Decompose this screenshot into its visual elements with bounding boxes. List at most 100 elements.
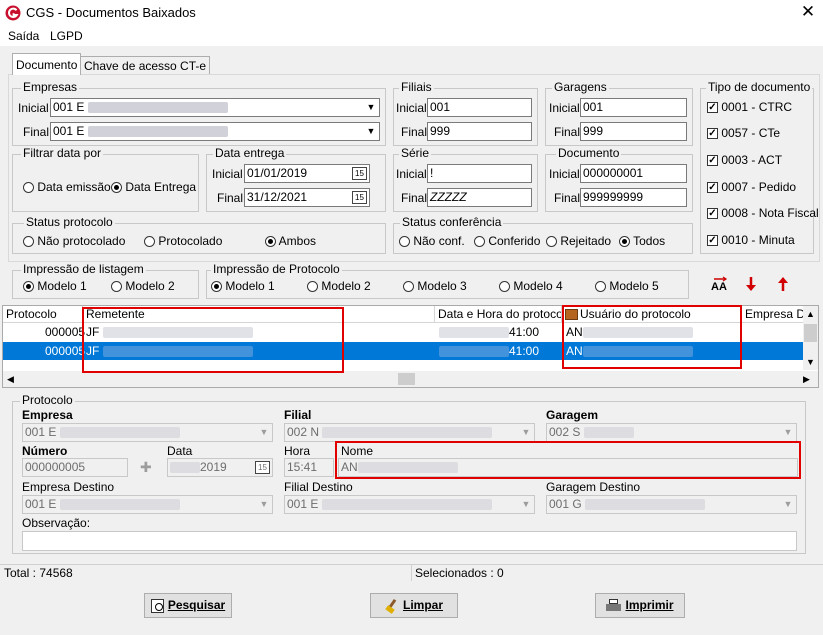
radio-icon[interactable]: [23, 281, 34, 293]
sort-az-icon[interactable]: AA: [710, 276, 730, 292]
calendar-icon[interactable]: 15: [352, 191, 367, 204]
radio-nao-protocolado[interactable]: Não protocolado: [23, 234, 125, 248]
limpar-button[interactable]: Limpar: [370, 593, 458, 618]
pesquisar-button[interactable]: Pesquisar: [144, 593, 232, 618]
checkbox-act[interactable]: ✓ 0003 - ACT: [707, 153, 782, 167]
radio-icon[interactable]: [474, 236, 485, 248]
serie-inicial-input[interactable]: !: [427, 164, 532, 183]
checkbox-cte[interactable]: ✓ 0057 - CTe: [707, 126, 780, 140]
radio-conferido[interactable]: Conferido: [474, 234, 540, 248]
radio-icon[interactable]: [265, 236, 276, 248]
horizontal-scrollbar[interactable]: ◀ ▶: [3, 371, 818, 387]
checkbox-icon[interactable]: ✓: [707, 155, 718, 167]
filial-inicial-input[interactable]: 001: [427, 98, 532, 117]
cell-data-hora: 41:00: [439, 342, 539, 360]
garagem-final-input[interactable]: 999: [580, 122, 687, 141]
filial-final-label: Final: [401, 125, 428, 139]
scroll-right-icon[interactable]: ▶: [803, 371, 810, 387]
checkbox-icon[interactable]: ✓: [707, 128, 718, 140]
radio-icon[interactable]: [619, 236, 630, 248]
menu-saida[interactable]: Saída: [8, 29, 39, 43]
menu-lgpd[interactable]: LGPD: [50, 29, 83, 43]
observacao-input[interactable]: [22, 531, 797, 551]
empresa-inicial-combo[interactable]: 001 E ▼: [50, 98, 380, 117]
menu-bar: [0, 26, 823, 46]
checkbox-icon[interactable]: ✓: [707, 208, 718, 220]
radio-protocolo-modelo4[interactable]: Modelo 4: [499, 279, 563, 293]
radio-icon[interactable]: [23, 236, 34, 248]
radio-icon[interactable]: [144, 236, 155, 248]
status-divider: [411, 564, 412, 581]
data-final-input[interactable]: 31/12/2021 15: [244, 188, 370, 207]
col-empresa-destino[interactable]: Empresa De: [742, 306, 804, 322]
search-document-icon: [150, 598, 164, 613]
radio-protocolo-modelo2[interactable]: Modelo 2: [307, 279, 371, 293]
data-label: Data: [167, 444, 193, 458]
scroll-up-icon[interactable]: ▲: [803, 306, 818, 322]
filial-final-input[interactable]: 999: [427, 122, 532, 141]
radio-protocolo-modelo5[interactable]: Modelo 5: [595, 279, 659, 293]
vertical-scrollbar[interactable]: ▲ ▼: [803, 306, 818, 370]
arrow-down-icon[interactable]: [745, 276, 757, 292]
radio-protocolo-modelo3[interactable]: Modelo 3: [403, 279, 467, 293]
scroll-left-icon[interactable]: ◀: [7, 371, 14, 387]
observacao-label: Observação:: [22, 516, 91, 530]
radio-rejeitado[interactable]: Rejeitado: [546, 234, 611, 248]
scroll-thumb[interactable]: [804, 324, 817, 342]
radio-icon[interactable]: [23, 182, 34, 194]
plus-icon: ✚: [140, 459, 152, 475]
documento-inicial-input[interactable]: 000000001: [580, 164, 687, 183]
scroll-down-icon[interactable]: ▼: [803, 354, 818, 370]
app-logo-icon: [5, 5, 21, 21]
data-inicial-label: Inicial: [212, 167, 243, 181]
arrow-up-icon[interactable]: [777, 276, 789, 292]
radio-protocolado[interactable]: Protocolado: [144, 234, 222, 248]
scroll-thumb[interactable]: [398, 373, 415, 385]
col-data-hora[interactable]: Data e Hora do protocolo: [435, 306, 562, 322]
empresas-label: Empresas: [21, 80, 80, 94]
tipo-documento-label: Tipo de documento: [706, 80, 813, 94]
checkbox-icon[interactable]: ✓: [707, 182, 718, 194]
empresa-final-label: Final: [23, 125, 50, 139]
radio-icon[interactable]: [499, 281, 510, 293]
checkbox-minuta[interactable]: ✓ 0010 - Minuta: [707, 233, 795, 247]
radio-ambos[interactable]: Ambos: [265, 234, 316, 248]
radio-data-emissao[interactable]: Data emissão: [23, 180, 111, 194]
garagem-inicial-input[interactable]: 001: [580, 98, 687, 117]
tab-chave-acesso[interactable]: Chave de acesso CT-e: [80, 56, 211, 75]
radio-icon[interactable]: [307, 281, 318, 293]
radio-icon[interactable]: [399, 236, 410, 248]
radio-listagem-modelo2[interactable]: Modelo 2: [111, 279, 175, 293]
radio-icon[interactable]: [595, 281, 606, 293]
radio-icon[interactable]: [111, 281, 122, 293]
chevron-down-icon[interactable]: ▼: [363, 99, 379, 116]
empresa-final-combo[interactable]: 001 E ▼: [50, 122, 380, 141]
radio-todos[interactable]: Todos: [619, 234, 665, 248]
status-protocolo-label: Status protocolo: [24, 215, 115, 229]
checkbox-icon[interactable]: ✓: [707, 102, 718, 114]
chevron-down-icon[interactable]: ▼: [363, 123, 379, 140]
radio-listagem-modelo1[interactable]: Modelo 1: [23, 279, 87, 293]
tab-documento[interactable]: Documento: [12, 53, 82, 75]
col-protocolo[interactable]: Protocolo: [3, 306, 83, 322]
serie-final-input[interactable]: ZZZZZ: [427, 188, 532, 207]
close-icon[interactable]: ✕: [799, 2, 817, 22]
radio-icon[interactable]: [111, 182, 122, 194]
documento-final-input[interactable]: 999999999: [580, 188, 687, 207]
checkbox-icon[interactable]: ✓: [707, 235, 718, 247]
radio-nao-conf[interactable]: Não conf.: [399, 234, 465, 248]
empresa-destino-label: Empresa Destino: [22, 480, 115, 494]
data-final-label: Final: [217, 191, 244, 205]
imprimir-button[interactable]: Imprimir: [595, 593, 685, 618]
checkbox-nota-fiscal[interactable]: ✓ 0008 - Nota Fiscal: [707, 206, 819, 220]
data-inicial-input[interactable]: 01/01/2019 15: [244, 164, 370, 183]
calendar-icon[interactable]: 15: [352, 167, 367, 180]
radio-icon[interactable]: [546, 236, 557, 248]
serie-final-label: Final: [401, 191, 428, 205]
radio-icon[interactable]: [211, 281, 222, 293]
checkbox-pedido[interactable]: ✓ 0007 - Pedido: [707, 180, 796, 194]
radio-data-entrega[interactable]: Data Entrega: [111, 180, 196, 194]
radio-icon[interactable]: [403, 281, 414, 293]
radio-protocolo-modelo1[interactable]: Modelo 1: [211, 279, 275, 293]
checkbox-ctrc[interactable]: ✓ 0001 - CTRC: [707, 100, 792, 114]
